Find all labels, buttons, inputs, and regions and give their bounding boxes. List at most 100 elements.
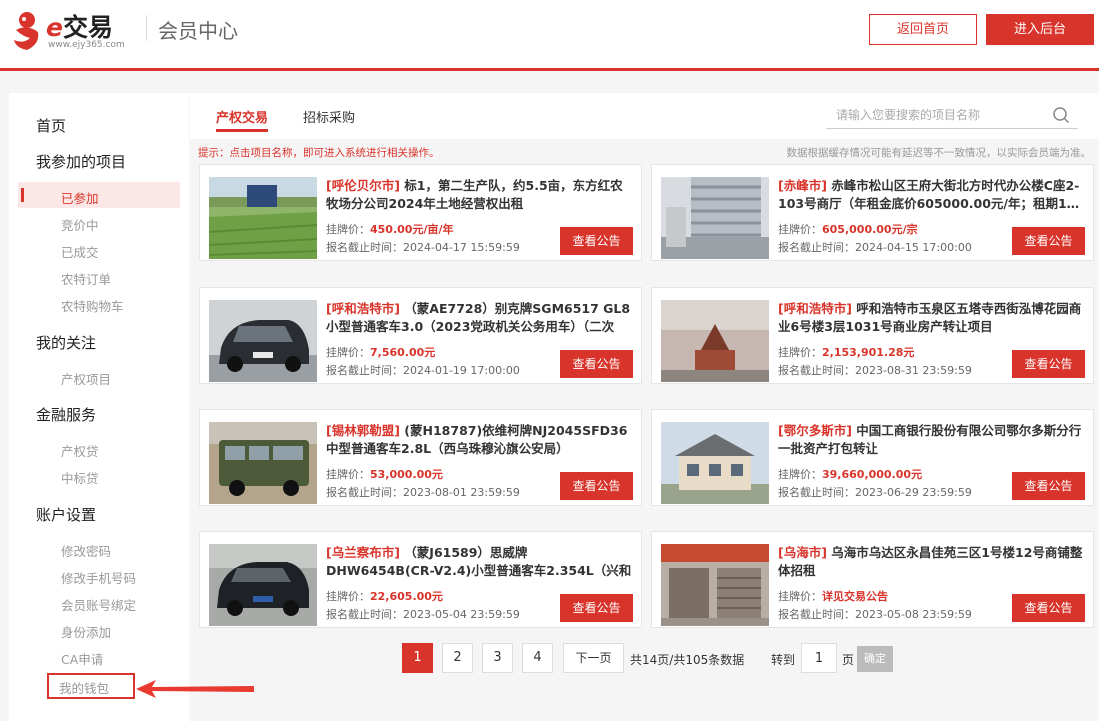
- view-announcement-button[interactable]: 查看公告: [560, 227, 633, 255]
- deadline-row: 报名截止时间：2023-06-29 23:59:59: [778, 486, 972, 499]
- price-row: 挂牌价：2,153,901.28元: [778, 346, 915, 359]
- deadline-row: 报名截止时间：2024-04-17 15:59:59: [326, 241, 520, 254]
- view-announcement-button[interactable]: 查看公告: [560, 594, 633, 622]
- view-announcement-button[interactable]: 查看公告: [560, 472, 633, 500]
- project-thumbnail: [209, 544, 317, 626]
- project-card[interactable]: [呼和浩特市] 呼和浩特市玉泉区五塔寺西街泓博花园商业6号楼3层1031号商业房…: [651, 287, 1094, 384]
- deadline-time: 2024-04-15 17:00:00: [855, 241, 972, 254]
- view-announcement-button[interactable]: 查看公告: [1012, 227, 1085, 255]
- sidebar-active-highlight: [18, 182, 180, 208]
- view-announcement-button[interactable]: 查看公告: [560, 350, 633, 378]
- sidebar-item-bidding[interactable]: 竞价中: [61, 215, 99, 234]
- sidebar-active-indicator: [21, 188, 24, 202]
- search-input[interactable]: [836, 105, 1036, 125]
- goto-label: 转到: [771, 653, 796, 667]
- sidebar-group-finance: 金融服务: [36, 406, 97, 424]
- listing-price: 605,000.00元/宗: [822, 223, 918, 236]
- logo-wordmark: e交易: [46, 13, 113, 42]
- back-home-button[interactable]: 返回首页: [869, 14, 977, 45]
- project-card[interactable]: [乌海市] 乌海市乌达区永昌佳苑三区1号楼12号商铺整体招租 挂牌价：详见交易公…: [651, 531, 1094, 628]
- price-row: 挂牌价：7,560.00元: [326, 346, 436, 359]
- project-thumbnail: [209, 177, 317, 259]
- project-title[interactable]: [赤峰市] 赤峰市松山区王府大街北方时代办公楼C座2-103号商厅（年租金底价6…: [778, 177, 1084, 213]
- page-3-button[interactable]: 3: [482, 643, 513, 673]
- enter-admin-button[interactable]: 进入后台: [986, 14, 1094, 45]
- sidebar-item-change-phone[interactable]: 修改手机号码: [61, 568, 136, 587]
- deadline-row: 报名截止时间：2023-05-04 23:59:59: [326, 608, 520, 621]
- listing-price: 详见交易公告: [822, 590, 888, 603]
- sidebar: 首页 我参加的项目 已参加 竞价中 已成交 农特订单 农特购物车 我的关注 产权…: [9, 93, 189, 721]
- listing-price: 53,000.00元: [370, 468, 443, 481]
- data-delay-note: 数据根据缓存情况可能有延迟等不一致情况，以实际会员端为准。: [786, 147, 1092, 159]
- view-announcement-button[interactable]: 查看公告: [1012, 472, 1085, 500]
- project-card[interactable]: [锡林郭勒盟] (蒙H18787)依维柯牌NJ2045SFD36中型普通客车2.…: [199, 409, 642, 506]
- deadline-time: 2023-06-29 23:59:59: [855, 486, 972, 499]
- header-divider: [146, 15, 147, 41]
- price-row: 挂牌价：605,000.00元/宗: [778, 223, 918, 236]
- listing-price: 450.00元/亩/年: [370, 223, 454, 236]
- sidebar-item-farm-cart[interactable]: 农特购物车: [61, 296, 124, 315]
- project-card[interactable]: [乌兰察布市] （蒙J61589）思威牌DHW6454B(CR-V2.4)小型普…: [199, 531, 642, 628]
- sidebar-item-ca-apply[interactable]: CA申请: [61, 649, 103, 668]
- page-header: e交易 www.ejy365.com 会员中心 返回首页 进入后台: [0, 0, 1099, 71]
- view-announcement-button[interactable]: 查看公告: [1012, 594, 1085, 622]
- project-title[interactable]: [乌海市] 乌海市乌达区永昌佳苑三区1号楼12号商铺整体招租: [778, 544, 1084, 580]
- deadline-time: 2023-08-01 23:59:59: [403, 486, 520, 499]
- project-card[interactable]: [鄂尔多斯市] 中国工商银行股份有限公司鄂尔多斯分行一批资产打包转让 挂牌价：3…: [651, 409, 1094, 506]
- site-logo[interactable]: e交易 www.ejy365.com: [10, 6, 140, 58]
- price-row: 挂牌价：详见交易公告: [778, 590, 888, 603]
- deadline-time: 2023-05-04 23:59:59: [403, 608, 520, 621]
- sidebar-item-property-loan[interactable]: 产权贷: [61, 441, 99, 460]
- deadline-row: 报名截止时间：2023-08-01 23:59:59: [326, 486, 520, 499]
- search-box: [826, 101, 1078, 129]
- project-title[interactable]: [呼和浩特市] 呼和浩特市玉泉区五塔寺西街泓博花园商业6号楼3层1031号商业房…: [778, 300, 1084, 336]
- listing-price: 2,153,901.28元: [822, 346, 915, 359]
- search-icon[interactable]: [1052, 106, 1070, 124]
- project-card[interactable]: [呼伦贝尔市] 标1，第二生产队，约5.5亩，东方红农牧场分公司2024年土地经…: [199, 164, 642, 261]
- logo-url: www.ejy365.com: [48, 40, 125, 50]
- sidebar-item-home[interactable]: 首页: [36, 115, 66, 136]
- sidebar-item-property-projects[interactable]: 产权项目: [61, 369, 111, 388]
- next-page-button[interactable]: 下一页: [563, 643, 624, 673]
- sidebar-item-joined[interactable]: 已参加: [61, 188, 99, 207]
- sidebar-item-add-identity[interactable]: 身份添加: [61, 622, 111, 641]
- sidebar-group-follow: 我的关注: [36, 334, 97, 352]
- project-thumbnail: [661, 422, 769, 504]
- project-title[interactable]: [呼和浩特市] （蒙AE7728）别克牌SGM6517 GL8小型普通客车3.0…: [326, 300, 632, 336]
- project-card[interactable]: [呼和浩特市] （蒙AE7728）别克牌SGM6517 GL8小型普通客车3.0…: [199, 287, 642, 384]
- sidebar-item-account-binding[interactable]: 会员账号绑定: [61, 595, 136, 614]
- tab-bar: 产权交易 招标采购: [190, 93, 1099, 139]
- goto-confirm-button[interactable]: 确定: [857, 646, 893, 672]
- page-1-button[interactable]: 1: [402, 643, 433, 673]
- tab-property-trading[interactable]: 产权交易: [216, 107, 268, 126]
- price-row: 挂牌价：22,605.00元: [326, 590, 443, 603]
- page-4-button[interactable]: 4: [522, 643, 553, 673]
- deadline-time: 2023-08-31 23:59:59: [855, 364, 972, 377]
- tab-tender-procurement[interactable]: 招标采购: [303, 107, 355, 126]
- view-announcement-button[interactable]: 查看公告: [1012, 350, 1085, 378]
- operation-hint: 提示：点击项目名称，即可进入系统进行相关操作。: [198, 147, 440, 159]
- project-title[interactable]: [鄂尔多斯市] 中国工商银行股份有限公司鄂尔多斯分行一批资产打包转让: [778, 422, 1084, 458]
- price-row: 挂牌价：53,000.00元: [326, 468, 443, 481]
- sidebar-item-change-password[interactable]: 修改密码: [61, 541, 111, 560]
- page-summary: 共14页/共105条数据: [630, 653, 745, 667]
- project-card[interactable]: [赤峰市] 赤峰市松山区王府大街北方时代办公楼C座2-103号商厅（年租金底价6…: [651, 164, 1094, 261]
- project-title[interactable]: [呼伦贝尔市] 标1，第二生产队，约5.5亩，东方红农牧场分公司2024年土地经…: [326, 177, 632, 213]
- sidebar-group-account: 账户设置: [36, 506, 97, 524]
- goto-page-input[interactable]: [801, 643, 837, 673]
- project-title[interactable]: [锡林郭勒盟] (蒙H18787)依维柯牌NJ2045SFD36中型普通客车2.…: [326, 422, 632, 458]
- project-thumbnail: [209, 422, 317, 504]
- price-row: 挂牌价：450.00元/亩/年: [326, 223, 454, 236]
- listing-price: 39,660,000.00元: [822, 468, 923, 481]
- sidebar-item-my-wallet[interactable]: 我的钱包: [59, 678, 109, 697]
- sidebar-item-bid-loan[interactable]: 中标贷: [61, 468, 99, 487]
- price-row: 挂牌价：39,660,000.00元: [778, 468, 923, 481]
- project-title[interactable]: [乌兰察布市] （蒙J61589）思威牌DHW6454B(CR-V2.4)小型普…: [326, 544, 632, 580]
- page-2-button[interactable]: 2: [442, 643, 473, 673]
- sidebar-item-farm-orders[interactable]: 农特订单: [61, 269, 111, 288]
- deadline-time: 2024-04-17 15:59:59: [403, 241, 520, 254]
- listing-price: 22,605.00元: [370, 590, 443, 603]
- sidebar-group-my-projects: 我参加的项目: [36, 153, 127, 171]
- active-tab-underline: [216, 129, 268, 132]
- sidebar-item-completed[interactable]: 已成交: [61, 242, 99, 261]
